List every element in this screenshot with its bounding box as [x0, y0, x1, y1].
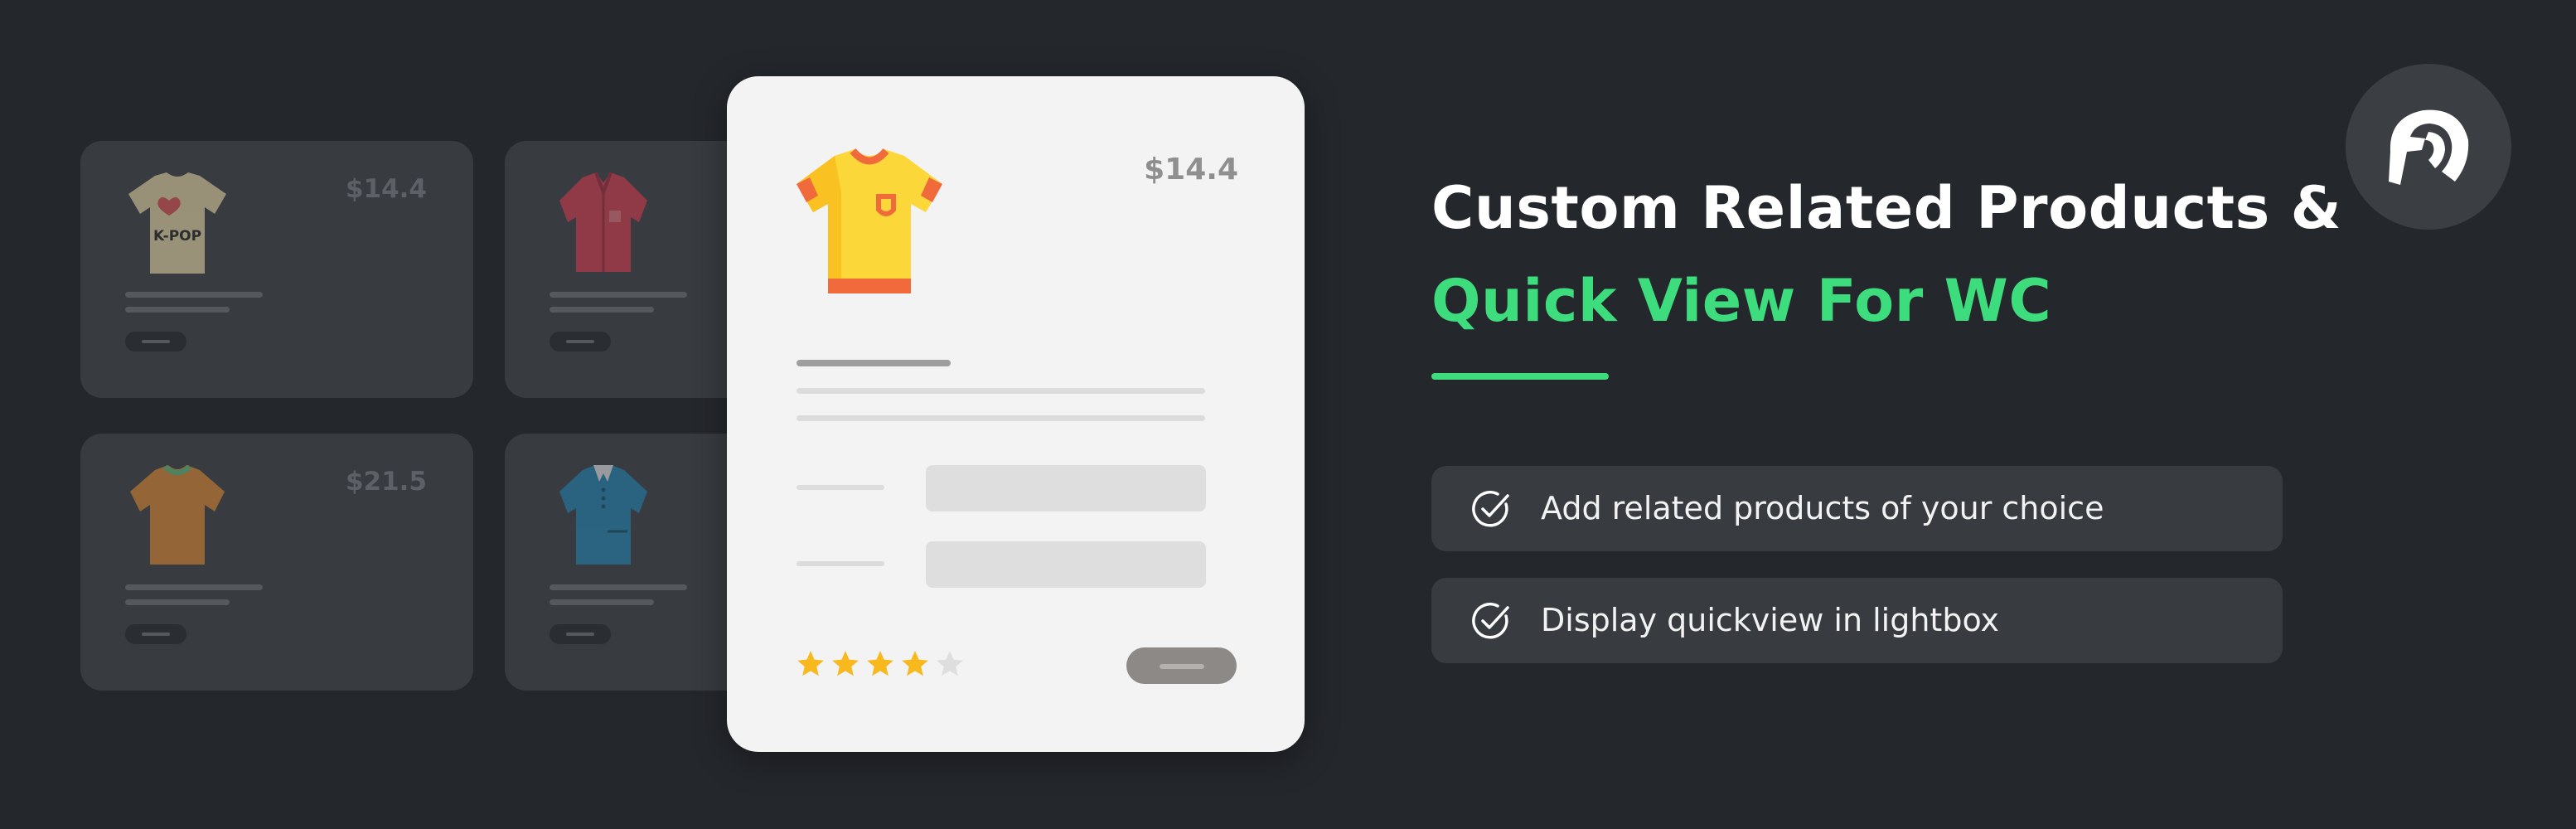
- title-underline: [1431, 373, 1609, 380]
- product-card[interactable]: $21.5: [80, 434, 473, 691]
- product-title-placeholder: [797, 360, 951, 366]
- product-card[interactable]: K-POP $14.4: [80, 141, 473, 398]
- placeholder-line: [550, 584, 687, 590]
- page-subtitle: Quick View For WC: [1431, 267, 2052, 335]
- placeholder-line: [125, 599, 230, 605]
- feature-item: Display quickview in lightbox: [1431, 578, 2283, 663]
- page-title: Custom Related Products &: [1431, 174, 2342, 242]
- check-circle-icon: [1472, 491, 1509, 527]
- add-to-cart-button[interactable]: [1126, 647, 1237, 684]
- option-label-placeholder: [797, 561, 884, 566]
- star-filled-icon: [832, 651, 859, 676]
- feature-text: Add related products of your choice: [1541, 490, 2104, 526]
- option-select-field[interactable]: [926, 465, 1206, 511]
- k-pop-tshirt-icon: K-POP: [128, 172, 226, 274]
- check-circle-icon: [1472, 603, 1509, 639]
- add-to-cart-button[interactable]: [550, 332, 611, 351]
- product-price: $14.4: [345, 174, 427, 204]
- add-to-cart-button[interactable]: [125, 624, 186, 644]
- quick-view-card[interactable]: $14.4: [727, 76, 1305, 752]
- description-placeholder-line: [797, 415, 1205, 421]
- quick-view-price: $14.4: [1144, 153, 1238, 187]
- feature-text: Display quickview in lightbox: [1541, 602, 2000, 638]
- star-filled-icon: [867, 651, 893, 676]
- feature-item: Add related products of your choice: [1431, 466, 2283, 551]
- yellow-tshirt-icon: [797, 148, 942, 293]
- placeholder-line: [125, 307, 230, 313]
- red-shirt-icon: [559, 172, 647, 272]
- orange-polo-icon: [130, 464, 225, 565]
- shirt-print-text: K-POP: [153, 228, 201, 245]
- placeholder-line: [125, 584, 263, 590]
- description-placeholder-line: [797, 388, 1205, 394]
- add-to-cart-button[interactable]: [550, 624, 611, 644]
- spartan-helmet-icon: [2389, 109, 2469, 185]
- star-rating: [795, 648, 966, 680]
- product-price: $21.5: [345, 467, 427, 497]
- option-label-placeholder: [797, 485, 884, 490]
- add-to-cart-button[interactable]: [125, 332, 186, 351]
- placeholder-line: [550, 307, 654, 313]
- placeholder-line: [125, 292, 263, 298]
- placeholder-line: [550, 292, 687, 298]
- brand-logo: [2346, 64, 2511, 230]
- star-filled-icon: [797, 651, 824, 676]
- quantity-field[interactable]: [926, 541, 1206, 588]
- blue-polo-icon: [559, 465, 647, 565]
- star-empty-icon: [937, 651, 963, 676]
- star-filled-icon: [902, 651, 928, 676]
- placeholder-line: [550, 599, 654, 605]
